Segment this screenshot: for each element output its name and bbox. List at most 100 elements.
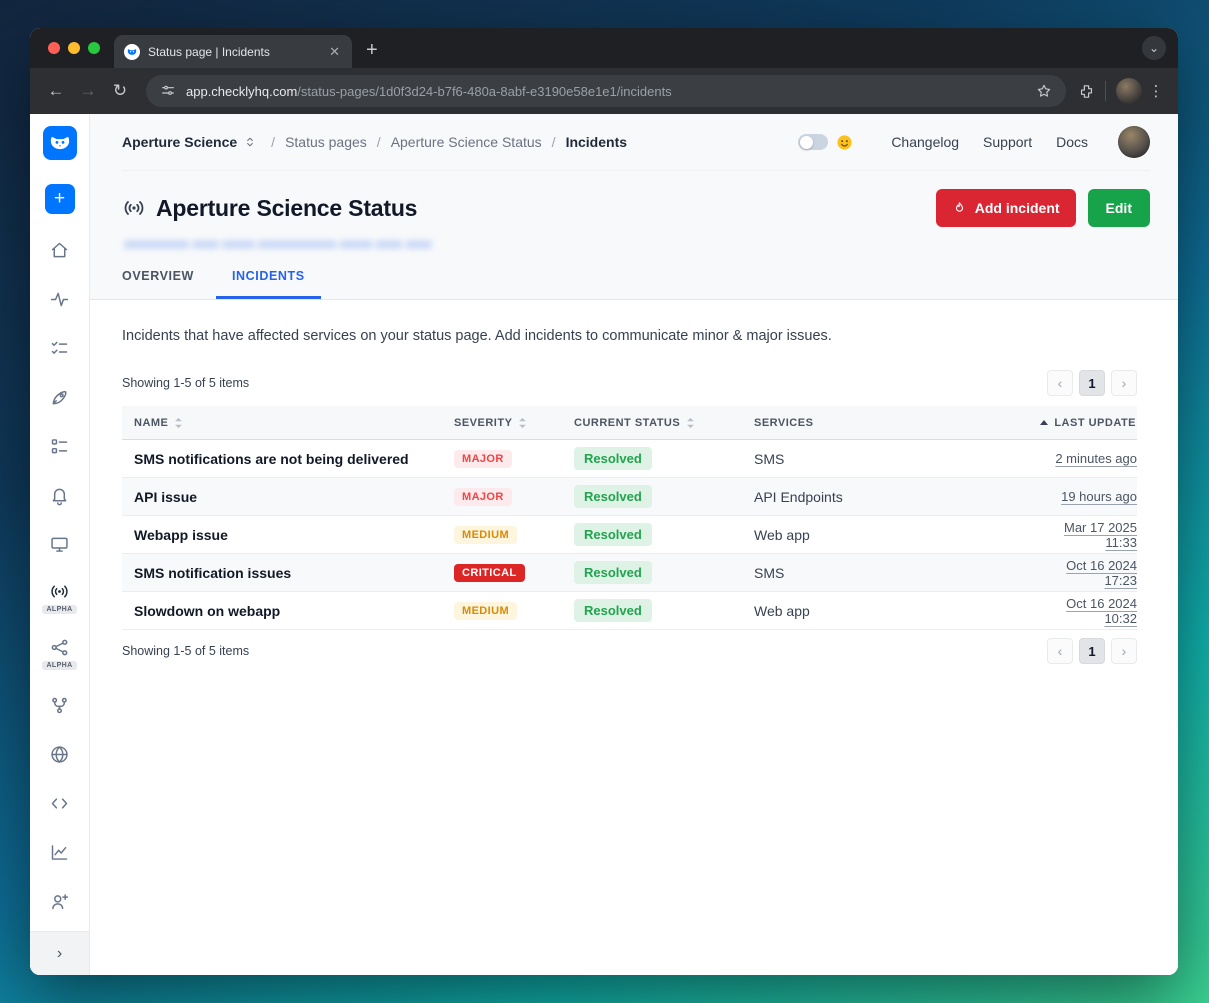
table-header-row: NAME SEVERITY CURRENT STATUS SERVIC <box>122 406 1137 440</box>
breadcrumb-account[interactable]: Aperture Science <box>122 134 237 150</box>
prev-page-icon[interactable]: ‹ <box>1047 370 1073 396</box>
sidebar-item-analytics[interactable] <box>30 828 89 877</box>
breadcrumb: Aperture Science / Status pages / Apertu… <box>122 114 1150 171</box>
browser-menu-icon[interactable]: ⋮ <box>1146 82 1166 100</box>
column-header-name[interactable]: NAME <box>122 417 442 429</box>
back-icon[interactable]: ← <box>42 77 70 105</box>
sort-icon <box>518 417 527 429</box>
severity-badge: MAJOR <box>454 488 512 506</box>
breadcrumb-status-page-name[interactable]: Aperture Science Status <box>391 134 542 150</box>
current-page[interactable]: 1 <box>1079 638 1105 664</box>
page-header: Aperture Science / Status pages / Apertu… <box>90 114 1178 300</box>
incident-last-update[interactable]: 19 hours ago <box>1032 489 1137 504</box>
sidebar-item-status-pages[interactable]: ALPHA <box>30 569 89 625</box>
theme-toggle[interactable] <box>798 134 828 150</box>
breadcrumb-separator: / <box>377 134 381 150</box>
toolbar-divider <box>1105 81 1106 101</box>
alpha-badge: ALPHA <box>42 661 76 670</box>
next-page-icon[interactable]: › <box>1111 638 1137 664</box>
incident-status-cell: Resolved <box>562 485 742 508</box>
sidebar-item-home[interactable] <box>30 226 89 275</box>
sidebar-item-globe[interactable] <box>30 730 89 779</box>
sidebar-item-check-groups[interactable] <box>30 422 89 471</box>
incident-services: SMS <box>742 451 1032 467</box>
sidebar-item-checks[interactable] <box>30 324 89 373</box>
site-settings-icon[interactable] <box>160 83 176 99</box>
incidents-table: NAME SEVERITY CURRENT STATUS SERVIC <box>122 406 1137 630</box>
sort-icon <box>686 417 695 429</box>
add-incident-button[interactable]: Add incident <box>936 189 1076 227</box>
checkly-logo-icon[interactable] <box>43 126 77 160</box>
sidebar-item-code-snippets[interactable] <box>30 779 89 828</box>
incidents-description: Incidents that have affected services on… <box>122 328 1137 344</box>
bookmark-star-icon[interactable] <box>1036 83 1052 99</box>
column-header-services[interactable]: SERVICES <box>742 417 1032 429</box>
incident-status-cell: Resolved <box>562 447 742 470</box>
sidebar-nav: ALPHA ALPHA <box>30 226 89 926</box>
table-row[interactable]: SMS notifications are not being delivere… <box>122 440 1137 478</box>
incident-services: Web app <box>742 603 1032 619</box>
column-header-last-update[interactable]: LAST UPDATE <box>1032 417 1137 429</box>
browser-tab[interactable]: Status page | Incidents ✕ <box>114 35 352 68</box>
sidebar-item-rocket[interactable] <box>30 373 89 422</box>
severity-badge: MEDIUM <box>454 602 517 620</box>
browser-profile-avatar[interactable] <box>1116 78 1142 104</box>
table-row[interactable]: SMS notification issues CRITICAL Resolve… <box>122 554 1137 592</box>
tab-overview[interactable]: OVERVIEW <box>106 263 210 299</box>
showing-count: Showing 1-5 of 5 items <box>122 376 249 390</box>
tab-search-icon[interactable]: ⌄ <box>1142 36 1166 60</box>
status-page-url-blurred[interactable]: xxxxxxxxxx xxxx xxxxx xxxxxxxxxxxx xxxxx… <box>124 236 474 251</box>
support-link[interactable]: Support <box>983 134 1032 150</box>
column-header-current-status[interactable]: CURRENT STATUS <box>562 417 742 429</box>
prev-page-icon[interactable]: ‹ <box>1047 638 1073 664</box>
table-row[interactable]: Webapp issue MEDIUM Resolved Web app Mar… <box>122 516 1137 554</box>
sidebar-item-activity[interactable] <box>30 275 89 324</box>
table-row[interactable]: API issue MAJOR Resolved API Endpoints 1… <box>122 478 1137 516</box>
create-new-button[interactable]: + <box>45 184 75 214</box>
sort-ascending-icon <box>1040 420 1048 425</box>
user-avatar[interactable] <box>1118 126 1150 158</box>
tab-incidents[interactable]: INCIDENTS <box>216 263 321 299</box>
changelog-link[interactable]: Changelog <box>891 134 959 150</box>
incident-name: SMS notifications are not being delivere… <box>122 451 442 467</box>
docs-link[interactable]: Docs <box>1056 134 1088 150</box>
breadcrumb-incidents: Incidents <box>566 134 627 150</box>
current-page[interactable]: 1 <box>1079 370 1105 396</box>
sidebar-item-alerts[interactable] <box>30 471 89 520</box>
alpha-badge: ALPHA <box>42 605 76 614</box>
incident-last-update[interactable]: Oct 16 2024 10:32 <box>1032 596 1137 626</box>
table-row[interactable]: Slowdown on webapp MEDIUM Resolved Web a… <box>122 592 1137 630</box>
incident-name: SMS notification issues <box>122 565 442 581</box>
next-page-icon[interactable]: › <box>1111 370 1137 396</box>
maximize-window-button[interactable] <box>88 42 100 54</box>
incident-severity-cell: MAJOR <box>442 487 562 506</box>
incident-severity-cell: MEDIUM <box>442 601 562 620</box>
url-bar[interactable]: app.checklyhq.com/status-pages/1d0f3d24-… <box>146 75 1066 107</box>
reload-icon[interactable]: ↻ <box>106 77 134 105</box>
sidebar-item-environments[interactable] <box>30 681 89 730</box>
severity-badge: MEDIUM <box>454 526 517 544</box>
incident-status-cell: Resolved <box>562 523 742 546</box>
edit-button[interactable]: Edit <box>1088 189 1150 227</box>
incident-last-update[interactable]: 2 minutes ago <box>1032 451 1137 466</box>
minimize-window-button[interactable] <box>68 42 80 54</box>
incident-services: SMS <box>742 565 1032 581</box>
status-badge: Resolved <box>574 485 652 508</box>
column-header-severity[interactable]: SEVERITY <box>442 417 562 429</box>
breadcrumb-status-pages[interactable]: Status pages <box>285 134 367 150</box>
incident-last-update[interactable]: Oct 16 2024 17:23 <box>1032 558 1137 588</box>
incident-name: Slowdown on webapp <box>122 603 442 619</box>
new-tab-button[interactable]: + <box>366 40 378 60</box>
extensions-icon[interactable] <box>1078 83 1095 100</box>
account-switcher-icon[interactable] <box>243 135 257 149</box>
title-row: Aperture Science Status Add incident Edi… <box>122 171 1150 227</box>
expand-sidebar-button[interactable]: › <box>30 931 89 975</box>
browser-tabstrip: Status page | Incidents ✕ + ⌄ <box>30 28 1178 68</box>
incident-last-update[interactable]: Mar 17 2025 11:33 <box>1032 520 1137 550</box>
sidebar-item-dashboards[interactable] <box>30 520 89 569</box>
tab-close-icon[interactable]: ✕ <box>327 44 342 60</box>
sidebar-item-traces[interactable]: ALPHA <box>30 625 89 681</box>
page-tabs: OVERVIEW INCIDENTS <box>106 263 1150 299</box>
sidebar-item-invite-user[interactable] <box>30 877 89 926</box>
close-window-button[interactable] <box>48 42 60 54</box>
